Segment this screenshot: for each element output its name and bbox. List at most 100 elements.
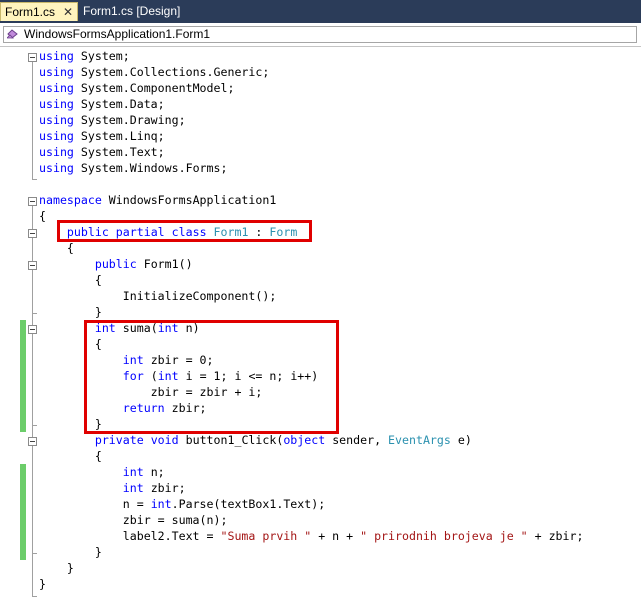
code-token: WindowsFormsApplication1	[101, 193, 277, 207]
code-line[interactable]: int n;	[39, 464, 165, 480]
code-token: void	[150, 433, 179, 447]
code-token: Form1()	[136, 257, 193, 271]
code-line[interactable]: }	[39, 560, 74, 576]
code-token: n;	[143, 465, 165, 479]
change-bar	[20, 464, 26, 560]
code-line[interactable]: }	[39, 576, 46, 592]
outline-line	[32, 62, 33, 180]
class-dropdown-value: WindowsFormsApplication1.Form1	[24, 27, 211, 41]
code-line[interactable]: {	[39, 208, 46, 224]
code-token: }	[39, 545, 102, 559]
outline-end	[32, 596, 37, 597]
code-token: {	[39, 209, 46, 223]
change-bar	[20, 320, 26, 432]
code-token: using	[39, 161, 74, 175]
code-line[interactable]: using System.Drawing;	[39, 112, 186, 128]
code-line[interactable]: using System.Windows.Forms;	[39, 160, 227, 176]
code-token: System.ComponentModel;	[73, 81, 235, 95]
code-line[interactable]: {	[39, 240, 74, 256]
code-token: .Parse(textBox1.Text);	[171, 497, 326, 511]
code-token: System.Linq;	[73, 129, 165, 143]
code-token: using	[39, 113, 74, 127]
code-token: using	[39, 65, 74, 79]
tab-form1-cs[interactable]: Form1.cs ✕	[0, 2, 78, 21]
code-token: using	[39, 49, 74, 63]
code-line[interactable]: using System.Collections.Generic;	[39, 64, 269, 80]
close-icon[interactable]: ✕	[63, 3, 73, 22]
code-token: System.Drawing;	[73, 113, 186, 127]
highlight-box-class	[57, 220, 312, 242]
highlight-box-suma	[84, 320, 339, 434]
code-line[interactable]: private void button1_Click(object sender…	[39, 432, 472, 448]
code-token: {	[39, 449, 102, 463]
code-line[interactable]: public Form1()	[39, 256, 193, 272]
code-token: label2.Text =	[39, 529, 221, 543]
code-token: e)	[450, 433, 472, 447]
code-token: " prirodnih brojeva je "	[360, 529, 528, 543]
code-token: zbir = suma(n);	[39, 513, 228, 527]
code-editor[interactable]: using System; using System.Collections.Ge…	[0, 47, 641, 598]
code-token: System.Collections.Generic;	[73, 65, 270, 79]
code-token: zbir;	[143, 481, 186, 495]
code-token: System.Data;	[73, 97, 165, 111]
code-token: {	[39, 241, 74, 255]
code-token: EventArgs	[388, 433, 451, 447]
code-token: }	[39, 305, 102, 319]
code-line[interactable]: using System.Linq;	[39, 128, 165, 144]
code-line[interactable]: }	[39, 304, 102, 320]
code-token: button1_Click(	[178, 433, 284, 447]
collapse-icon[interactable]	[28, 53, 37, 62]
code-line[interactable]: int zbir;	[39, 480, 186, 496]
code-token: {	[39, 273, 102, 287]
class-dropdown[interactable]: WindowsFormsApplication1.Form1	[3, 26, 637, 43]
tab-form1-design[interactable]: Form1.cs [Design]	[79, 2, 183, 21]
code-token: }	[39, 577, 46, 591]
collapse-icon[interactable]	[28, 197, 37, 206]
code-token: System.Text;	[73, 145, 165, 159]
outline-end	[32, 553, 37, 554]
code-token: using	[39, 97, 74, 111]
code-line[interactable]: zbir = suma(n);	[39, 512, 228, 528]
code-token: using	[39, 145, 74, 159]
code-token: System;	[73, 49, 130, 63]
code-token: private	[94, 433, 144, 447]
code-line[interactable]: namespace WindowsFormsApplication1	[39, 192, 276, 208]
outline-end	[32, 425, 37, 426]
class-icon	[7, 29, 18, 39]
outline-end	[32, 313, 37, 314]
code-token: public	[94, 257, 137, 271]
code-line[interactable]: InitializeComponent();	[39, 288, 277, 304]
collapse-icon[interactable]	[28, 261, 37, 270]
code-line[interactable]: using System;	[39, 48, 130, 64]
code-line[interactable]: using System.Text;	[39, 144, 165, 160]
code-token: using	[39, 81, 74, 95]
code-token: int	[122, 465, 144, 479]
document-tab-strip: Form1.cs ✕ Form1.cs [Design]	[0, 0, 641, 23]
collapse-icon[interactable]	[28, 325, 37, 334]
tab-label: Form1.cs [Design]	[83, 4, 181, 18]
collapse-icon[interactable]	[28, 229, 37, 238]
code-token: }	[39, 561, 74, 575]
code-line[interactable]: }	[39, 544, 102, 560]
code-token: n =	[39, 497, 151, 511]
collapse-icon[interactable]	[28, 437, 37, 446]
code-line[interactable]: label2.Text = "Suma prvih " + n + " prir…	[39, 528, 584, 544]
code-token: + zbir;	[527, 529, 584, 543]
code-token: sender,	[325, 433, 389, 447]
code-token: using	[39, 129, 74, 143]
code-line[interactable]: using System.ComponentModel;	[39, 80, 234, 96]
code-line[interactable]: {	[39, 448, 102, 464]
outline-end	[32, 179, 37, 180]
navigation-bar: WindowsFormsApplication1.Form1	[0, 23, 641, 47]
code-line[interactable]: using System.Data;	[39, 96, 165, 112]
code-token: + n +	[311, 529, 361, 543]
code-line[interactable]: {	[39, 272, 102, 288]
code-token: "Suma prvih "	[220, 529, 312, 543]
code-line[interactable]: n = int.Parse(textBox1.Text);	[39, 496, 325, 512]
code-token: object	[283, 433, 326, 447]
